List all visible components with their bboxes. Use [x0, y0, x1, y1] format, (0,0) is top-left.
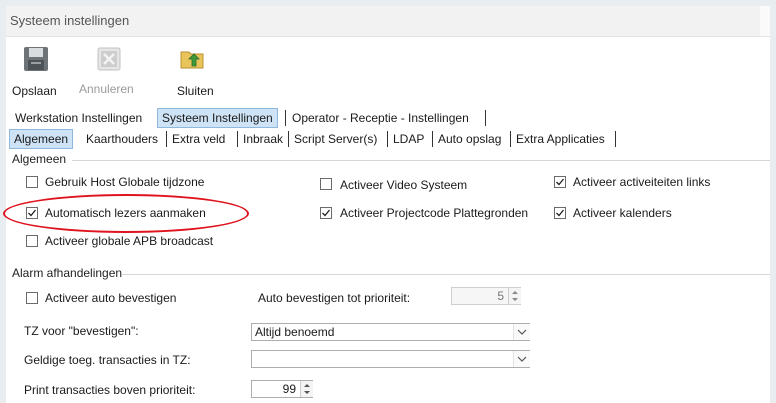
checkmark-icon: [556, 178, 565, 186]
label-host-global-timezone: Gebruik Host Globale tijdzone: [45, 175, 205, 189]
label-activity-links: Activeer activeiteiten links: [573, 175, 711, 189]
label-tz-confirm: TZ voor "bevestigen":: [24, 324, 139, 338]
group-title-alarm: Alarm afhandelingen: [12, 266, 123, 280]
spinner-arrows-icon: [304, 384, 310, 394]
checkmark-icon: [322, 209, 331, 217]
save-button[interactable]: [23, 46, 49, 72]
subtab-algemeen[interactable]: Algemeen: [9, 129, 74, 149]
group-title-algemeen: Algemeen: [12, 152, 67, 166]
checkbox-calendars[interactable]: [554, 207, 566, 219]
label-global-apb-broadcast: Activeer globale APB broadcast: [45, 234, 214, 248]
cancel-label: Annuleren: [79, 82, 134, 96]
label-projectcode-floorplans: Activeer Projectcode Plattegronden: [340, 206, 529, 220]
tab-systeem-instellingen[interactable]: Systeem Instellingen: [157, 108, 278, 128]
tab-operator-receptie-instellingen[interactable]: Operator - Receptie - Instellingen: [288, 109, 473, 127]
subtab-script-servers[interactable]: Script Server(s): [290, 130, 381, 148]
subtab-extra-applicaties[interactable]: Extra Applicaties: [512, 130, 609, 148]
label-calendars: Activeer kalenders: [573, 206, 672, 220]
title-bar-edge: [760, 6, 770, 36]
tz-confirm-value: Altijd benoemd: [255, 325, 335, 339]
tab-separator: [166, 131, 167, 147]
tab-separator: [485, 110, 486, 126]
spinner-arrows-icon: [512, 291, 518, 301]
subtab-kaarthouders[interactable]: Kaarthouders: [82, 130, 162, 148]
checkmark-icon: [556, 209, 565, 217]
floppy-disk-icon: [23, 46, 49, 72]
cancel-x-icon: [96, 46, 122, 72]
tab-separator: [510, 131, 511, 147]
checkbox-activity-links[interactable]: [554, 176, 566, 188]
valid-transactions-dropdown-arrow[interactable]: [513, 351, 530, 367]
valid-transactions-select[interactable]: [251, 350, 530, 368]
subtab-auto-opslag[interactable]: Auto opslag: [434, 130, 505, 148]
checkbox-auto-confirm[interactable]: [26, 292, 38, 304]
window-title: Systeem instellingen: [10, 13, 130, 28]
checkbox-global-apb-broadcast[interactable]: [26, 235, 38, 247]
save-label: Opslaan: [12, 84, 57, 98]
tz-confirm-dropdown-arrow[interactable]: [513, 324, 530, 340]
folder-exit-icon: [179, 46, 205, 72]
tab-separator: [285, 110, 286, 126]
group-divider: [72, 160, 770, 161]
tab-separator: [288, 131, 289, 147]
label-video-system: Activeer Video Systeem: [340, 178, 468, 192]
subtab-extra-veld[interactable]: Extra veld: [168, 130, 229, 148]
chevron-down-icon: [517, 356, 527, 362]
highlight-annotation: [3, 194, 249, 233]
checkbox-video-system[interactable]: [320, 178, 332, 190]
close-button[interactable]: [179, 46, 205, 72]
tab-separator: [615, 131, 616, 147]
subtab-inbraak[interactable]: Inbraak: [239, 130, 287, 148]
priority-spinner[interactable]: [508, 288, 521, 304]
print-priority-spinner[interactable]: [300, 381, 313, 397]
group-divider: [122, 274, 770, 275]
tab-separator: [432, 131, 433, 147]
tab-separator: [387, 131, 388, 147]
label-auto-confirm-priority: Auto bevestigen tot prioriteit:: [258, 291, 411, 305]
label-print-transactions: Print transacties boven prioriteit:: [24, 383, 196, 397]
subtab-ldap[interactable]: LDAP: [389, 130, 428, 148]
tz-confirm-select[interactable]: Altijd benoemd: [251, 323, 530, 341]
tab-werkstation-instellingen[interactable]: Werkstation Instellingen: [11, 109, 146, 127]
label-auto-confirm: Activeer auto bevestigen: [45, 291, 177, 305]
label-valid-transactions: Geldige toeg. transacties in TZ:: [24, 353, 191, 367]
chevron-down-icon: [517, 329, 527, 335]
checkbox-projectcode-floorplans[interactable]: [320, 207, 332, 219]
checkbox-host-global-timezone[interactable]: [26, 176, 38, 188]
close-label: Sluiten: [177, 84, 214, 98]
tab-separator: [237, 131, 238, 147]
cancel-button[interactable]: [96, 46, 122, 72]
